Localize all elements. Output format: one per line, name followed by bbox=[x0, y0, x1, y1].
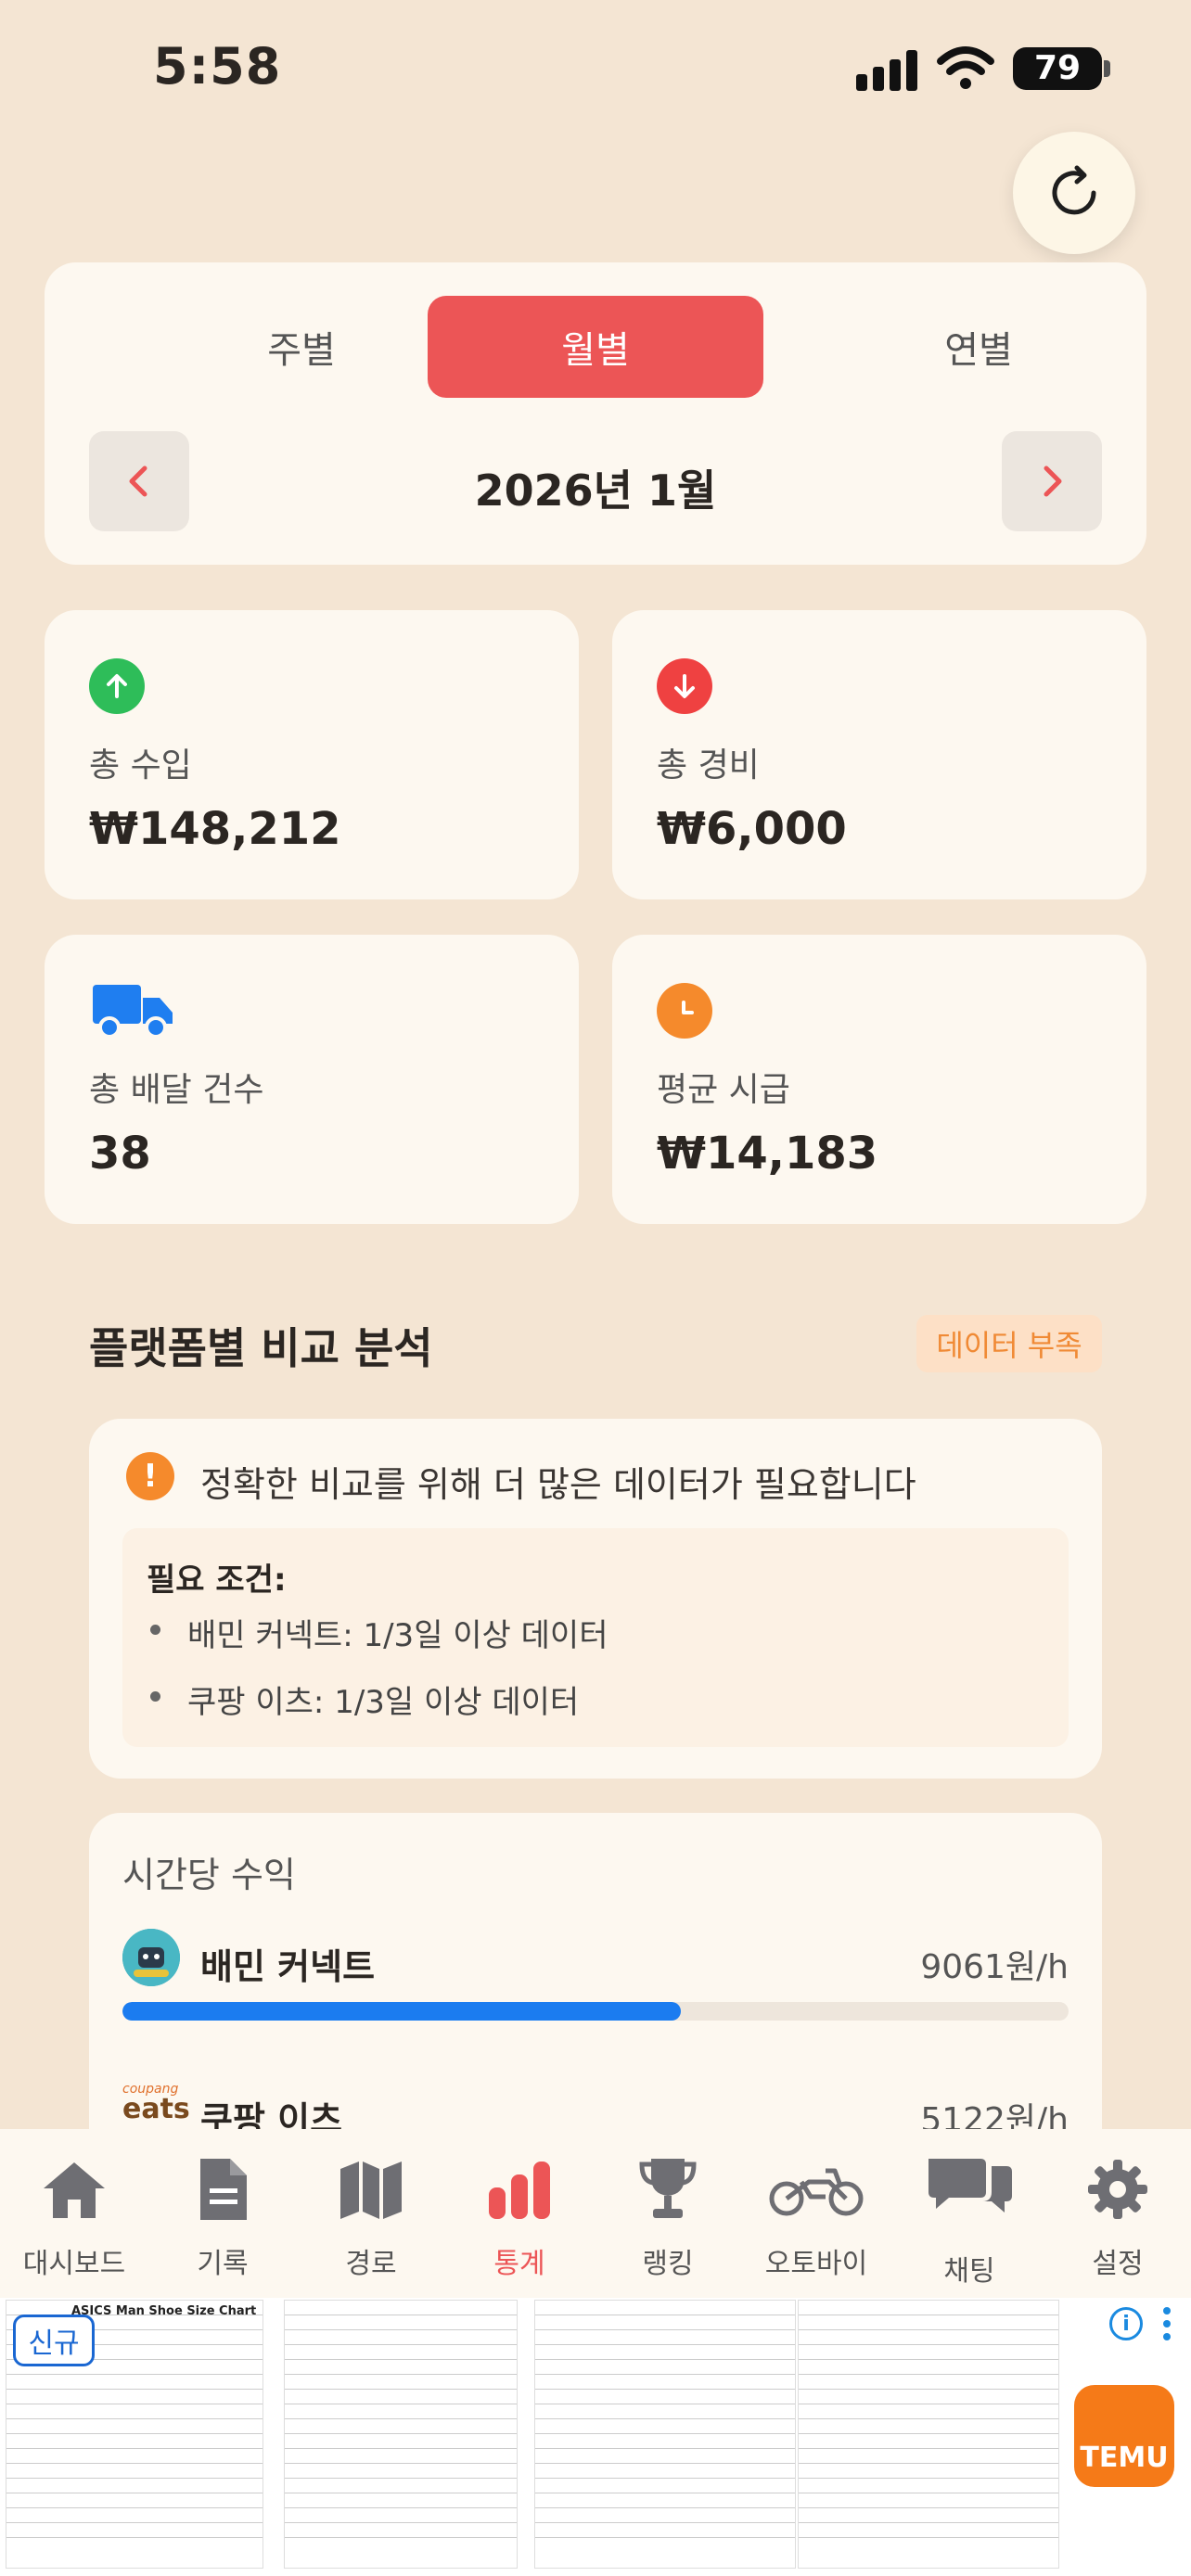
period-selector-card: 주별 월별 연별 2026년 1월 bbox=[45, 262, 1146, 565]
clock-icon bbox=[657, 983, 712, 1039]
ad-more-icon[interactable] bbox=[1163, 2307, 1172, 2344]
baemin-connect-logo bbox=[122, 1929, 180, 1986]
document-icon bbox=[190, 2157, 255, 2222]
platform-row-baemin: 배민 커넥트 9061원/h bbox=[122, 1929, 1069, 1994]
current-period-label: 2026년 1월 bbox=[474, 465, 717, 516]
tab-motorcycle[interactable]: 오토바이 bbox=[751, 2157, 881, 2296]
tab-ranking[interactable]: 랭킹 bbox=[603, 2157, 733, 2296]
total-income-card: 총 수입 ₩148,212 bbox=[45, 610, 579, 899]
total-expense-value: ₩6,000 bbox=[657, 803, 847, 855]
hourly-earnings-card: 시간당 수익 배민 커넥트 9061원/h coupang eats 쿠팡 이츠… bbox=[89, 1813, 1102, 2184]
tab-yearly[interactable]: 연별 bbox=[811, 296, 1146, 398]
gear-icon bbox=[1085, 2157, 1150, 2222]
ad-image[interactable] bbox=[284, 2300, 518, 2569]
bar-chart-icon bbox=[487, 2157, 552, 2222]
hourly-progress-bar bbox=[122, 2002, 1069, 2021]
status-badge: 데이터 부족 bbox=[916, 1315, 1102, 1372]
home-icon bbox=[42, 2157, 107, 2222]
total-deliveries-card: 총 배달 건수 38 bbox=[45, 935, 579, 1224]
data-warning-card: ! 정확한 비교를 위해 더 많은 데이터가 필요합니다 필요 조건: 배민 커… bbox=[89, 1419, 1102, 1779]
total-income-value: ₩148,212 bbox=[89, 803, 341, 855]
chevron-left-icon bbox=[129, 465, 147, 497]
cellular-signal-icon bbox=[856, 48, 919, 91]
arrow-down-icon bbox=[657, 658, 712, 714]
tab-monthly[interactable]: 월별 bbox=[428, 296, 763, 398]
motorcycle-icon bbox=[768, 2157, 864, 2222]
refresh-icon bbox=[1052, 165, 1096, 215]
previous-month-button[interactable] bbox=[89, 431, 189, 531]
refresh-button[interactable] bbox=[1013, 132, 1135, 254]
tab-dashboard[interactable]: 대시보드 bbox=[9, 2157, 139, 2296]
status-time: 5:58 bbox=[153, 37, 282, 96]
average-hourly-label: 평균 시급 bbox=[657, 1071, 790, 1109]
tab-weekly[interactable]: 주별 bbox=[134, 296, 469, 398]
trophy-icon bbox=[635, 2157, 700, 2222]
requirements-title: 필요 조건: bbox=[147, 1562, 287, 1599]
temu-logo[interactable]: TEMU bbox=[1074, 2385, 1174, 2487]
map-icon bbox=[339, 2157, 403, 2222]
requirements-box: 필요 조건: 배민 커넥트: 1/3일 이상 데이터 쿠팡 이츠: 1/3일 이… bbox=[122, 1528, 1069, 1747]
battery-icon: 79 bbox=[1013, 47, 1102, 90]
tab-records[interactable]: 기록 bbox=[158, 2157, 288, 2296]
total-income-label: 총 수입 bbox=[89, 746, 192, 784]
arrow-up-icon bbox=[89, 658, 145, 714]
hourly-progress-fill bbox=[122, 2002, 681, 2021]
total-deliveries-value: 38 bbox=[89, 1128, 151, 1180]
average-hourly-value: ₩14,183 bbox=[657, 1128, 878, 1180]
hourly-earnings-title: 시간당 수익 bbox=[122, 1855, 296, 1895]
wifi-icon bbox=[937, 46, 994, 89]
chat-icon bbox=[923, 2157, 1016, 2222]
warning-text: 정확한 비교를 위해 더 많은 데이터가 필요합니다 bbox=[200, 1464, 916, 1505]
requirement-item: 배민 커넥트: 1/3일 이상 데이터 bbox=[187, 1617, 608, 1654]
delivery-truck-icon bbox=[93, 981, 176, 1040]
total-expense-card: 총 경비 ₩6,000 bbox=[612, 610, 1146, 899]
ad-image[interactable] bbox=[534, 2300, 796, 2569]
total-expense-label: 총 경비 bbox=[657, 746, 760, 784]
ad-banner[interactable]: ASICS Man Shoe Size Chart 신규 i TEMU bbox=[0, 2298, 1191, 2576]
bottom-tab-bar: 대시보드 기록 경로 통계 랭킹 오토바이 채팅 설정 bbox=[0, 2129, 1191, 2298]
new-badge: 신규 bbox=[13, 2315, 95, 2366]
platform-name: 배민 커넥트 bbox=[200, 1946, 376, 1987]
ad-image[interactable] bbox=[798, 2300, 1059, 2569]
tab-route[interactable]: 경로 bbox=[306, 2157, 436, 2296]
next-month-button[interactable] bbox=[1002, 431, 1102, 531]
ad-info-icon[interactable]: i bbox=[1109, 2307, 1143, 2340]
platform-hourly-value: 9061원/h bbox=[920, 1948, 1069, 1986]
exclamation-icon: ! bbox=[126, 1452, 174, 1500]
total-deliveries-label: 총 배달 건수 bbox=[89, 1071, 264, 1109]
average-hourly-card: 평균 시급 ₩14,183 bbox=[612, 935, 1146, 1224]
tab-statistics[interactable]: 통계 bbox=[455, 2157, 584, 2296]
status-bar: 5:58 79 bbox=[0, 0, 1191, 139]
chevron-right-icon bbox=[1044, 465, 1062, 497]
section-title: 플랫폼별 비교 분석 bbox=[89, 1323, 433, 1373]
tab-chat[interactable]: 채팅 bbox=[904, 2157, 1034, 2296]
requirement-item: 쿠팡 이츠: 1/3일 이상 데이터 bbox=[187, 1684, 580, 1721]
tab-settings[interactable]: 설정 bbox=[1053, 2157, 1183, 2296]
ad-chart-title: ASICS Man Shoe Size Chart bbox=[71, 2304, 257, 2318]
